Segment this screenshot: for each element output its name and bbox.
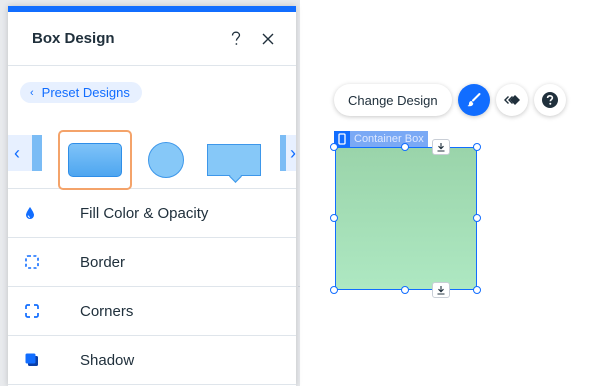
panel-title: Box Design <box>32 30 115 47</box>
question-icon[interactable] <box>224 27 248 51</box>
preset-designs-label: Preset Designs <box>41 85 130 100</box>
panel-header: Box Design <box>8 12 296 66</box>
design-menu-list: Fill Color & Opacity Border Corners Shad… <box>8 189 296 385</box>
drop-icon <box>8 206 80 220</box>
brush-icon <box>467 93 481 107</box>
element-toolbar: Change Design <box>334 84 566 116</box>
animation-button[interactable] <box>495 84 528 116</box>
menu-item-label: Fill Color & Opacity <box>80 204 209 222</box>
resize-handle-bottom-left[interactable] <box>330 286 338 294</box>
box-design-panel: Box Design ‹ Preset Designs ‹ › Fill Col… <box>8 6 296 386</box>
element-name-tag: Container Box <box>334 131 428 147</box>
resize-handle-bottom[interactable] <box>401 286 409 294</box>
change-design-button[interactable]: Change Design <box>334 84 452 116</box>
close-icon[interactable] <box>256 27 280 51</box>
help-icon <box>541 92 558 108</box>
menu-item-label: Corners <box>80 302 134 320</box>
chevron-left-icon: ‹ <box>14 142 20 163</box>
carousel-prev-button[interactable]: ‹ <box>8 135 42 171</box>
chevron-right-icon: › <box>290 142 296 163</box>
menu-item-label: Border <box>80 253 126 271</box>
dashed-square-icon <box>8 254 80 270</box>
preset-designs-row: ‹ Preset Designs <box>8 66 296 109</box>
speech-bubble-thumb <box>207 144 261 176</box>
shadow-icon <box>8 352 80 368</box>
design-brush-button[interactable] <box>457 84 490 116</box>
menu-item-fill-color[interactable]: Fill Color & Opacity <box>8 189 296 238</box>
help-button[interactable] <box>533 84 566 116</box>
menu-item-border[interactable]: Border <box>8 238 296 287</box>
preset-speech-bubble[interactable] <box>206 130 262 190</box>
menu-item-corners[interactable]: Corners <box>8 287 296 336</box>
chevron-left-icon: ‹ <box>30 86 34 99</box>
container-box[interactable] <box>335 147 477 290</box>
download-arrow-icon <box>437 286 445 295</box>
resize-handle-top[interactable] <box>401 143 409 151</box>
panel-edge-mark <box>298 286 300 287</box>
rounded-rectangle-thumb <box>68 143 122 177</box>
resize-handle-top-left[interactable] <box>330 143 338 151</box>
stretch-anchor-top[interactable] <box>432 139 450 155</box>
menu-item-label: Shadow <box>80 351 135 369</box>
preset-carousel: ‹ › <box>8 109 296 190</box>
stretch-anchor-bottom[interactable] <box>432 282 450 298</box>
preset-rounded-rectangle[interactable] <box>58 130 132 190</box>
menu-item-shadow[interactable]: Shadow <box>8 336 296 385</box>
preset-circle[interactable] <box>146 130 186 190</box>
resize-handle-left[interactable] <box>330 214 338 222</box>
carousel-next-button[interactable]: › <box>280 135 296 171</box>
resize-handle-right[interactable] <box>473 214 481 222</box>
carousel-prev-peek <box>32 135 42 171</box>
resize-handle-bottom-right[interactable] <box>473 286 481 294</box>
download-arrow-icon <box>437 143 445 152</box>
resize-handle-top-right[interactable] <box>473 143 481 151</box>
corners-icon <box>8 303 80 319</box>
element-name-label: Container Box <box>350 131 428 147</box>
circle-thumb <box>148 142 184 178</box>
preset-designs-button[interactable]: ‹ Preset Designs <box>20 82 142 103</box>
animation-icon <box>503 95 520 105</box>
